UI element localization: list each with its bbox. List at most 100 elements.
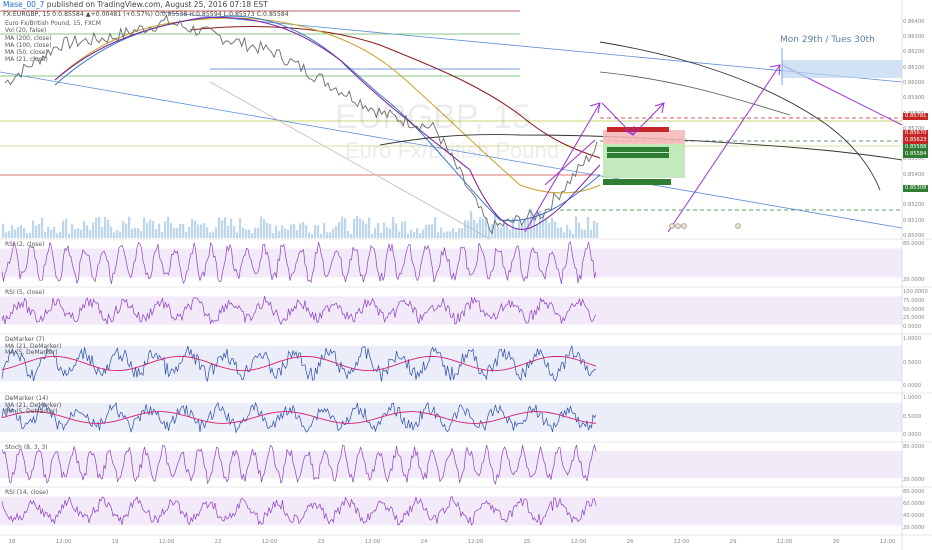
volume-bar xyxy=(455,231,458,238)
volume-bar xyxy=(212,231,215,238)
volume-bar xyxy=(131,229,134,238)
entry-label-box-2 xyxy=(607,153,669,158)
volume-bar xyxy=(566,224,569,238)
main-legend: Euro Fx/British Pound, 15, FXCM Vol (20, … xyxy=(5,20,101,64)
volume-bar xyxy=(149,219,152,238)
volume-bar xyxy=(470,211,473,238)
volume-bar xyxy=(137,228,140,238)
time-tick: 12:00 xyxy=(261,539,278,545)
panel-tick: 20.0000 xyxy=(903,525,925,531)
volume-bar xyxy=(32,220,35,238)
volume-bar xyxy=(128,216,131,238)
volume-bar xyxy=(563,232,566,238)
panel-band xyxy=(0,248,902,278)
volume-bar xyxy=(374,228,377,238)
volume-bar xyxy=(335,226,338,238)
volume-bar xyxy=(329,232,332,238)
volume-bar xyxy=(332,228,335,238)
volume-bar xyxy=(305,225,308,238)
time-tick: 12:00 xyxy=(158,539,175,545)
volume-bar xyxy=(44,232,47,238)
legend-entry: Vol (20, false) xyxy=(5,27,47,35)
panel-band xyxy=(0,402,902,433)
volume-bar xyxy=(59,231,62,238)
price-tick: 0.86400 xyxy=(903,18,925,25)
volume-bar xyxy=(416,228,419,238)
volume-bar xyxy=(62,220,65,238)
volume-bar xyxy=(479,217,482,238)
volume-bar xyxy=(278,231,281,238)
volume-bar xyxy=(461,228,464,238)
volume-bar xyxy=(206,227,209,238)
time-tick: 24 xyxy=(420,539,428,545)
volume-bar xyxy=(50,229,53,238)
price-badge: 0.85584 xyxy=(903,151,929,159)
volume-bar xyxy=(26,233,29,238)
volume-bar xyxy=(164,221,167,238)
price-tick: 0.86300 xyxy=(903,33,925,40)
volume-bar xyxy=(500,227,503,238)
price-tick: 0.85400 xyxy=(903,171,925,178)
volume-bar xyxy=(257,227,260,238)
time-tick: 30 xyxy=(832,539,840,545)
volume-bar xyxy=(71,224,74,238)
volume-bar xyxy=(176,227,179,238)
price-badge: 0.85588 xyxy=(903,144,929,152)
volume-bar xyxy=(482,218,485,238)
volume-bar xyxy=(218,217,221,238)
volume-bar xyxy=(224,217,227,238)
panel-tick: 20.0000 xyxy=(903,477,925,483)
volume-bar xyxy=(194,220,197,238)
price-tick: 0.86000 xyxy=(903,79,925,86)
volume-bar xyxy=(221,220,224,238)
volume-bar xyxy=(95,218,98,238)
panel-tick: 80.0000 xyxy=(903,489,925,495)
volume-bar xyxy=(419,232,422,238)
volume-bar xyxy=(173,227,176,238)
volume-bar xyxy=(410,229,413,238)
volume-bar xyxy=(584,229,587,238)
volume-bar xyxy=(20,224,23,238)
volume-bar xyxy=(284,228,287,238)
panel-tick: 80.0000 xyxy=(903,444,925,450)
panel-label: MA (5, DeMarker) xyxy=(5,408,58,415)
chart-canvas: EURGBP, 15 Euro Fx/British Pound xyxy=(0,0,932,550)
volume-bar xyxy=(122,220,125,238)
volume-bar xyxy=(404,221,407,238)
time-tick: 22 xyxy=(214,539,222,545)
volume-bar xyxy=(515,228,518,238)
volume-bar xyxy=(290,224,293,238)
volume-bar xyxy=(260,216,263,238)
price-tick: 0.85900 xyxy=(903,95,925,102)
volume-bar xyxy=(41,217,44,238)
time-tick: 29 xyxy=(729,539,737,545)
volume-bar xyxy=(140,231,143,238)
volume-bar xyxy=(209,232,212,238)
volume-bar xyxy=(98,216,101,238)
volume-bar xyxy=(239,218,242,238)
volume-bar xyxy=(434,217,437,238)
volume-bar xyxy=(296,230,299,238)
volume-bar xyxy=(440,227,443,238)
volume-bar xyxy=(560,227,563,238)
volume-bar xyxy=(362,220,365,238)
volume-bar xyxy=(467,220,470,238)
volume-bar xyxy=(167,216,170,238)
volume-bar xyxy=(179,223,182,238)
volume-bar xyxy=(338,221,341,238)
volume-bar xyxy=(56,233,59,238)
panel-tick: 25.0000 xyxy=(903,315,925,322)
volume-bar xyxy=(47,226,50,238)
volume-bar xyxy=(302,222,305,238)
volume-bar xyxy=(146,222,149,238)
legend-entry: MA (50, close) xyxy=(5,49,48,57)
author-name[interactable]: Mase_00_7 xyxy=(3,0,44,9)
panel-band xyxy=(0,496,902,526)
price-tick: 0.85000 xyxy=(903,233,925,239)
volume-bar xyxy=(29,232,32,238)
volume-bar xyxy=(536,224,539,238)
volume-bar xyxy=(110,226,113,238)
panel-label: RSI (5, close) xyxy=(5,289,45,296)
volume-bar xyxy=(182,223,185,238)
volume-bar xyxy=(143,217,146,238)
